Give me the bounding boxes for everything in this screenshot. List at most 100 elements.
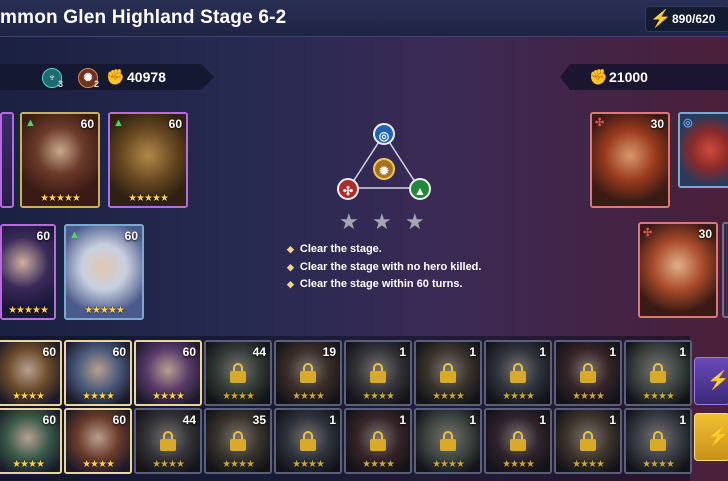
hero-card[interactable]: ▲ 60 ★★★★★	[64, 224, 144, 320]
hero-level: 60	[124, 229, 138, 243]
hero-stars: ★★★★	[362, 459, 395, 470]
objective-item: ◆ Clear the stage.	[287, 243, 382, 255]
roster-hero-card[interactable]: 60 ★★★★	[134, 340, 202, 406]
hero-stars: ★★★★	[12, 459, 45, 470]
forest-icon: ▲	[113, 117, 124, 129]
hero-card[interactable]: 60 ★★★★★	[0, 224, 56, 320]
hero-level: 1	[539, 413, 546, 427]
roster-hero-card-locked[interactable]: 1 ★★★★	[554, 340, 622, 406]
roster-hero-card-locked[interactable]: 1 ★★★★	[274, 408, 342, 474]
left-team-power: 40978	[127, 69, 166, 85]
diamond-bullet-icon: ◆	[287, 244, 294, 254]
hero-stars: ★★★★	[222, 391, 255, 402]
hero-level: 44	[182, 413, 196, 427]
roster-hero-card-locked[interactable]: 1 ★★★★	[484, 408, 552, 474]
hero-level: 1	[609, 413, 616, 427]
lock-icon	[579, 431, 597, 451]
hero-stars: ★★★★	[642, 459, 675, 470]
start-battle-button[interactable]: ⚡	[694, 413, 728, 461]
energy-counter[interactable]: ⚡ 890/620	[645, 6, 728, 32]
hero-stars: ★★★★	[432, 459, 465, 470]
objective-item: ◆ Clear the stage with no hero killed.	[287, 261, 482, 273]
roster-hero-card-locked[interactable]: 44 ★★★★	[134, 408, 202, 474]
lock-icon	[369, 363, 387, 383]
right-team-power: 21000	[609, 69, 648, 85]
enemy-level: 30	[650, 117, 664, 131]
hero-level: 60	[112, 413, 126, 427]
auto-battle-button[interactable]: ⚡	[694, 357, 728, 405]
enemy-hero-card[interactable]: ◎	[678, 112, 728, 188]
lock-icon	[509, 431, 527, 451]
roster-hero-card-locked[interactable]: 19 ★★★★	[274, 340, 342, 406]
roster-hero-card-locked[interactable]: 1 ★★★★	[624, 340, 692, 406]
enemy-hero-card[interactable]: ✣ 30	[638, 222, 718, 318]
roster-hero-card-locked[interactable]: 1 ★★★★	[484, 340, 552, 406]
forest-icon: ▲	[69, 229, 80, 241]
roster-hero-card-locked[interactable]: 1 ★★★★	[624, 408, 692, 474]
enemy-hero-card[interactable]: ✣ 30	[590, 112, 670, 208]
roster-hero-card[interactable]: 60 ★★★★	[64, 408, 132, 474]
lightning-icon: ⚡	[707, 370, 728, 390]
roster-hero-card[interactable]: 60 ★★★★	[0, 408, 62, 474]
roster-hero-card[interactable]: 60 ★★★★	[0, 340, 62, 406]
enemy-level: 30	[698, 227, 712, 241]
hero-card-partial[interactable]	[0, 112, 14, 208]
forest-icon: ▲	[409, 178, 431, 200]
enemy-portrait	[724, 224, 728, 316]
roster-hero-card-locked[interactable]: 1 ★★★★	[554, 408, 622, 474]
hero-stars: ★★★★	[12, 391, 45, 402]
roster-hero-card[interactable]: 60 ★★★★	[64, 340, 132, 406]
hero-level: 60	[112, 345, 126, 359]
hero-stars: ★★★★	[362, 391, 395, 402]
lock-icon	[579, 363, 597, 383]
hero-level: 44	[252, 345, 266, 359]
paw-icon: ✣	[643, 227, 653, 239]
hero-level: 35	[252, 413, 266, 427]
paw-icon: ✣	[337, 178, 359, 200]
hero-stars: ★★★★	[82, 459, 115, 470]
hero-level: 1	[399, 345, 406, 359]
hero-level: 1	[679, 413, 686, 427]
hero-level: 1	[679, 345, 686, 359]
hero-stars: ★★★★	[152, 459, 185, 470]
roster-hero-card-locked[interactable]: 1 ★★★★	[344, 340, 412, 406]
hero-card[interactable]: ▲ 60 ★★★★★	[108, 112, 188, 208]
lock-icon	[299, 363, 317, 383]
hero-stars: ★★★★	[502, 459, 535, 470]
roster-hero-card-locked[interactable]: 1 ★★★★	[344, 408, 412, 474]
roster-hero-card-locked[interactable]: 44 ★★★★	[204, 340, 272, 406]
hero-stars: ★★★★	[292, 391, 325, 402]
hero-level: 1	[469, 413, 476, 427]
lock-icon	[649, 363, 667, 383]
lock-icon	[229, 431, 247, 451]
roster-hero-card-locked[interactable]: 35 ★★★★	[204, 408, 272, 474]
paw-icon: ✣	[595, 117, 605, 129]
hero-stars: ★★★★	[152, 391, 185, 402]
hero-level: 19	[322, 345, 336, 359]
enemy-hero-card-partial[interactable]	[722, 222, 728, 318]
roster-hero-card-locked[interactable]: 1 ★★★★	[414, 340, 482, 406]
hero-level: 1	[329, 413, 336, 427]
diamond-bullet-icon: ◆	[287, 279, 294, 289]
lock-icon	[439, 363, 457, 383]
stage-title: mmon Glen Highland Stage 6-2	[0, 7, 287, 28]
hero-stars: ★★★★	[82, 391, 115, 402]
water-icon: ◎	[373, 123, 395, 145]
stage-star-icon: ★	[339, 209, 359, 234]
lock-icon	[369, 431, 387, 451]
hero-stars: ★★★★	[502, 391, 535, 402]
light-icon: ✹	[373, 158, 395, 180]
hero-card[interactable]: ▲ 60 ★★★★★	[20, 112, 100, 208]
lock-icon	[649, 431, 667, 451]
lock-icon	[439, 431, 457, 451]
hero-level: 60	[42, 413, 56, 427]
faction-fire-icon: ✺ 2	[78, 68, 99, 89]
hero-stars: ★★★★	[572, 391, 605, 402]
hero-stars: ★★★★★	[8, 305, 49, 316]
faction-triangle: ◎ ✣ ▲ ✹	[334, 122, 434, 202]
water-icon: ◎	[683, 117, 693, 129]
diamond-bullet-icon: ◆	[287, 262, 294, 272]
lock-icon	[299, 431, 317, 451]
roster-hero-card-locked[interactable]: 1 ★★★★	[414, 408, 482, 474]
forest-icon: ▲	[25, 117, 36, 129]
